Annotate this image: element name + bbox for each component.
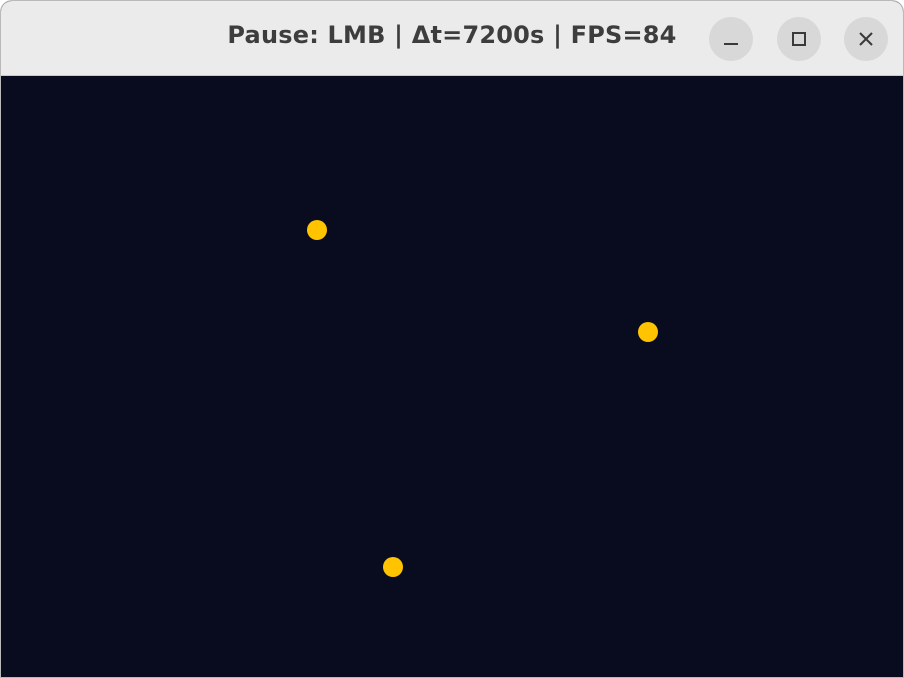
body-3 [383, 557, 403, 577]
title-bar[interactable]: Pause: LMB | Δt=7200s | FPS=84 [1, 1, 903, 76]
close-button[interactable] [844, 17, 888, 61]
simulation-canvas[interactable] [1, 76, 903, 677]
simulation-view [307, 220, 658, 577]
close-icon [859, 32, 873, 46]
maximize-button[interactable] [777, 17, 821, 61]
maximize-icon [792, 32, 806, 46]
minimize-icon [724, 43, 738, 45]
window-title: Pause: LMB | Δt=7200s | FPS=84 [227, 21, 677, 49]
app-window: Pause: LMB | Δt=7200s | FPS=84 [0, 0, 904, 678]
body-2 [638, 322, 658, 342]
minimize-button[interactable] [709, 17, 753, 61]
body-1 [307, 220, 327, 240]
